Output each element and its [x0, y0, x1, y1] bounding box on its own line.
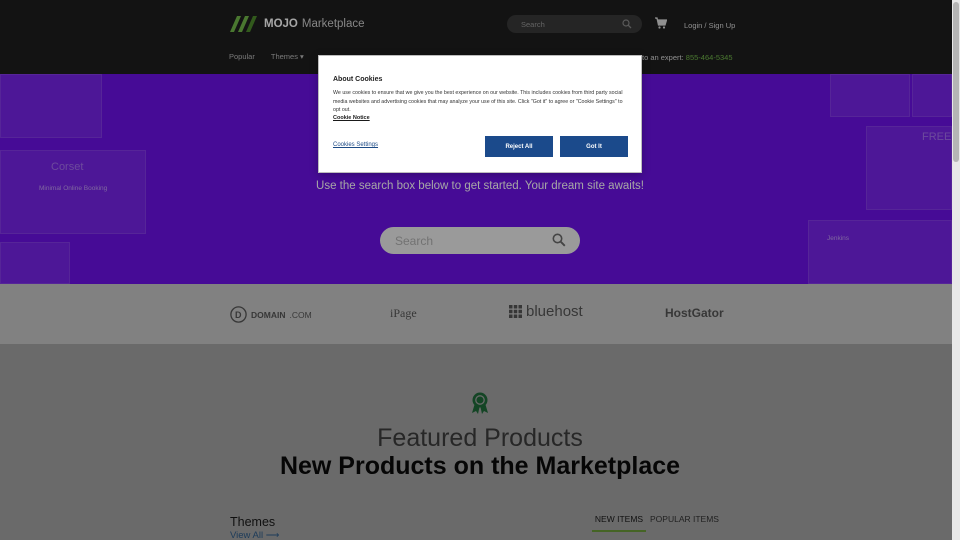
cookie-settings-link[interactable]: Cookies Settings — [333, 142, 378, 148]
cookie-dialog: About Cookies We use cookies to ensure t… — [318, 55, 642, 173]
cookie-notice-link[interactable]: Cookie Notice — [333, 115, 370, 121]
cookie-body: We use cookies to ensure that we give yo… — [333, 90, 623, 114]
got-it-button[interactable]: Got It — [560, 136, 628, 157]
page-scrollbar[interactable] — [952, 0, 960, 540]
reject-all-button[interactable]: Reject All — [485, 136, 553, 157]
cookie-title: About Cookies — [333, 76, 383, 83]
scrollbar-thumb[interactable] — [953, 2, 959, 162]
